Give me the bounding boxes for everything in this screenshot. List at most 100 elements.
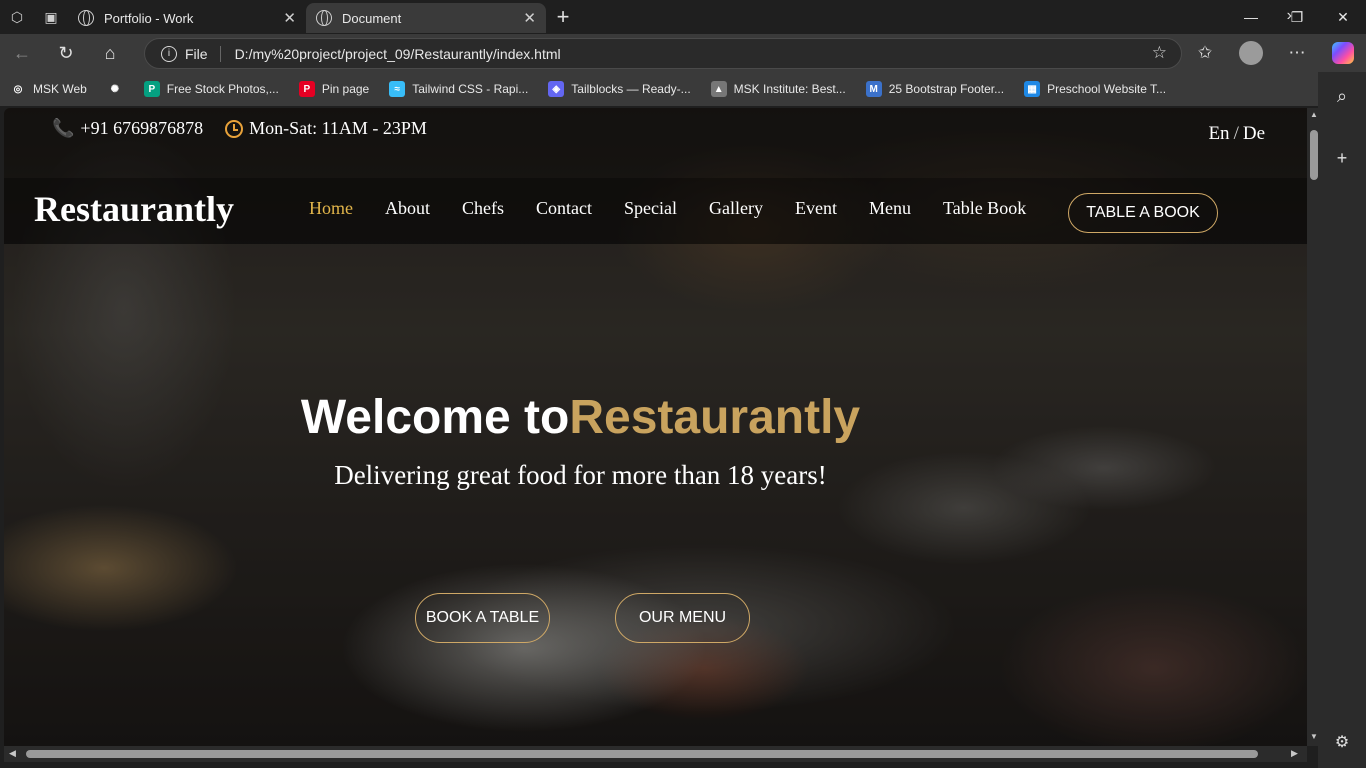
favorite-star-icon[interactable]: ☆ xyxy=(1152,43,1167,63)
horizontal-scrollbar[interactable]: ◀ ▶ xyxy=(4,746,1307,762)
nav-table-book[interactable]: Table Book xyxy=(943,198,1026,219)
nav-event[interactable]: Event xyxy=(795,198,837,219)
bookmark-item[interactable]: ◎ MSK Web xyxy=(10,81,87,97)
browser-tab-bar: ⬡ ▣ Portfolio - Work ✕ Document ✕ + — ❐ … xyxy=(0,0,1366,34)
vertical-scrollbar[interactable]: ▲ ▼ xyxy=(1307,108,1321,746)
lang-separator: / xyxy=(1233,123,1239,144)
lang-en[interactable]: En xyxy=(1208,123,1229,144)
close-window-button[interactable]: ✕ xyxy=(1320,0,1366,34)
site-logo[interactable]: Restaurantly xyxy=(34,188,234,230)
home-button[interactable]: ⌂ xyxy=(88,34,132,72)
bookmark-item[interactable]: P Pin page xyxy=(298,81,370,97)
bookmark-item[interactable]: ✺ xyxy=(106,81,130,97)
top-info-bar: 📞 +91 6769876878 Mon-Sat: 11AM - 23PM En… xyxy=(4,108,1307,178)
bookmark-label: Tailblocks — Ready-... xyxy=(571,82,691,96)
bookmark-item[interactable]: ◈ Tailblocks — Ready-... xyxy=(548,81,691,97)
page-viewport: 📞 +91 6769876878 Mon-Sat: 11AM - 23PM En… xyxy=(4,108,1307,746)
msk-icon: ▲ xyxy=(710,81,727,97)
horizontal-scroll-thumb[interactable] xyxy=(26,750,1258,758)
book-a-table-button[interactable]: BOOK A TABLE xyxy=(415,593,550,643)
globe-icon: ◎ xyxy=(10,81,26,97)
tab-actions-icon[interactable]: ▣ xyxy=(34,0,68,34)
bookmark-item[interactable]: ▲ MSK Institute: Best... xyxy=(710,81,846,97)
url-text[interactable]: D:/my%20project/project_09/Restaurantly/… xyxy=(235,46,561,62)
bookmark-item[interactable]: ≈ Tailwind CSS - Rapi... xyxy=(389,81,528,97)
url-scheme: File xyxy=(185,45,221,62)
refresh-button[interactable]: ↻ xyxy=(44,34,88,72)
minimize-button[interactable]: — xyxy=(1228,0,1274,34)
globe-icon xyxy=(78,10,94,26)
clock-icon xyxy=(225,119,244,138)
side-panel: ⌕ + ⚙ xyxy=(1318,72,1366,768)
vertical-scroll-thumb[interactable] xyxy=(1310,130,1318,180)
table-a-book-button[interactable]: TABLE A BOOK xyxy=(1068,193,1218,233)
opening-hours: Mon-Sat: 11AM - 23PM xyxy=(249,118,427,138)
tab-title: Portfolio - Work xyxy=(104,10,194,26)
bookmark-item[interactable]: ▦ Preschool Website T... xyxy=(1024,81,1166,97)
toolbar-right: ✩ ⋯ xyxy=(1182,34,1366,72)
hero-tagline: Delivering great food for more than 18 y… xyxy=(334,460,827,490)
nav-home[interactable]: Home xyxy=(309,198,353,219)
bookmark-label: 25 Bootstrap Footer... xyxy=(888,82,1005,96)
globe-icon xyxy=(316,10,332,26)
scroll-right-icon[interactable]: ▶ xyxy=(1291,748,1298,759)
phone-icon: 📞 xyxy=(52,118,75,138)
pexels-icon: P xyxy=(143,81,160,97)
our-menu-button[interactable]: OUR MENU xyxy=(615,593,750,643)
nav-gallery[interactable]: Gallery xyxy=(709,198,763,219)
nav-about[interactable]: About xyxy=(385,198,430,219)
tailblocks-icon: ◈ xyxy=(548,81,565,97)
bookmark-label: Free Stock Photos,... xyxy=(166,82,279,96)
bookmark-label: MSK Institute: Best... xyxy=(733,82,846,96)
workspaces-icon[interactable]: ⬡ xyxy=(0,0,34,34)
bookmark-item[interactable]: M 25 Bootstrap Footer... xyxy=(865,81,1005,97)
tab-document[interactable]: Document ✕ xyxy=(306,3,546,33)
back-button[interactable]: ← xyxy=(0,34,44,72)
phone-number: +91 6769876878 xyxy=(80,118,204,138)
new-tab-button[interactable]: + xyxy=(546,4,580,30)
scroll-up-icon[interactable]: ▲ xyxy=(1307,110,1321,119)
bookmark-label: MSK Web xyxy=(33,82,87,96)
nav-special[interactable]: Special xyxy=(624,198,677,219)
info-icon[interactable]: i xyxy=(161,45,177,62)
preschool-icon: ▦ xyxy=(1024,81,1041,97)
add-icon[interactable]: + xyxy=(1318,148,1366,169)
openai-icon: ✺ xyxy=(106,81,123,97)
nav-menu[interactable]: Menu xyxy=(869,198,911,219)
nav-menu: Home About Chefs Contact Special Gallery… xyxy=(309,198,1058,219)
tailwind-icon: ≈ xyxy=(389,81,406,97)
address-toolbar: ← ↻ ⌂ i File D:/my%20project/project_09/… xyxy=(0,34,1366,72)
bookmark-label: Preschool Website T... xyxy=(1047,82,1167,96)
bookmark-item[interactable]: P Free Stock Photos,... xyxy=(143,81,279,97)
nav-chefs[interactable]: Chefs xyxy=(462,198,504,219)
bookmarks-bar: ◎ MSK Web ✺ P Free Stock Photos,... P Pin page… xyxy=(0,72,1366,106)
close-icon[interactable]: ✕ xyxy=(523,9,536,27)
hero-heading: Welcome toRestaurantly xyxy=(4,390,1157,445)
bookmark-label: Pin page xyxy=(321,82,370,96)
copilot-icon[interactable] xyxy=(1332,42,1354,64)
main-navbar: Restaurantly Home About Chefs Contact Sp… xyxy=(4,178,1307,244)
tab-portfolio[interactable]: Portfolio - Work ✕ xyxy=(68,3,306,33)
bookmark-label: Tailwind CSS - Rapi... xyxy=(412,82,529,96)
close-icon[interactable]: ✕ xyxy=(283,9,296,27)
scroll-down-icon[interactable]: ▼ xyxy=(1307,732,1321,741)
language-switcher: En / De xyxy=(1208,123,1265,145)
restore-button[interactable]: ❐ xyxy=(1274,0,1320,34)
window-controls: — ❐ ✕ xyxy=(1228,0,1366,34)
profile-avatar[interactable] xyxy=(1239,41,1263,65)
more-menu-icon[interactable]: ⋯ xyxy=(1274,43,1320,63)
pinterest-icon: P xyxy=(298,81,315,97)
settings-icon[interactable]: ⚙ xyxy=(1318,732,1366,752)
mdb-icon: M xyxy=(865,81,882,97)
nav-contact[interactable]: Contact xyxy=(536,198,592,219)
lang-de[interactable]: De xyxy=(1243,123,1265,144)
favorites-icon[interactable]: ✩ xyxy=(1182,43,1228,63)
address-bar[interactable]: i File D:/my%20project/project_09/Restau… xyxy=(144,38,1182,69)
search-icon[interactable]: ⌕ xyxy=(1318,86,1366,107)
tab-title: Document xyxy=(342,10,402,26)
scroll-left-icon[interactable]: ◀ xyxy=(9,748,16,759)
contact-info: 📞 +91 6769876878 Mon-Sat: 11AM - 23PM xyxy=(52,118,449,139)
hero-brand-text: Restaurantly xyxy=(569,391,861,444)
bookmarks-overflow-icon[interactable]: › xyxy=(1287,7,1292,25)
hero-welcome-text: Welcome to xyxy=(300,391,570,444)
